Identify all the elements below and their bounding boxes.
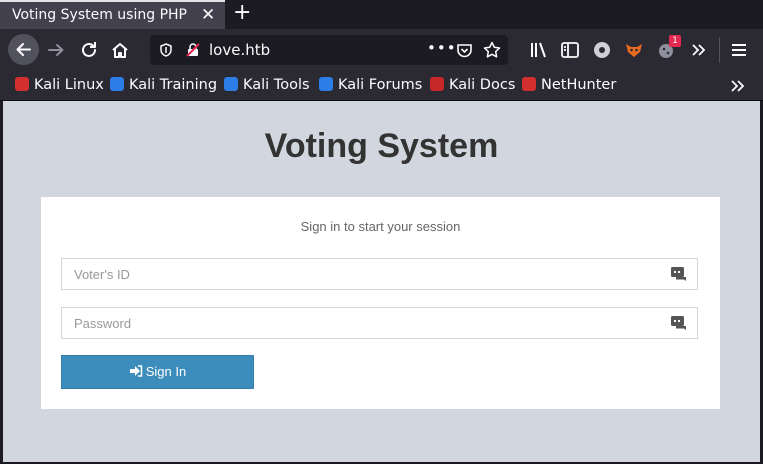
- bookmark-kali-linux[interactable]: Kali Linux: [15, 77, 104, 93]
- bookmark-label: Kali Docs: [449, 77, 516, 93]
- extension-badge: 1: [669, 35, 681, 47]
- kali-tools-icon: [224, 77, 238, 91]
- url-text: love.htb: [209, 41, 271, 59]
- hamburger-menu-icon[interactable]: [729, 40, 749, 60]
- bookmarks-overflow-icon[interactable]: [729, 77, 747, 95]
- tracking-protection-icon[interactable]: [158, 42, 174, 58]
- tab-strip: Voting System using PHP ✕ +: [0, 0, 763, 29]
- new-tab-button[interactable]: +: [233, 1, 251, 25]
- library-icon[interactable]: [529, 40, 549, 60]
- bookmark-kali-docs[interactable]: Kali Docs: [430, 77, 515, 93]
- back-arrow-icon: [16, 43, 31, 56]
- insecure-lock-icon[interactable]: [185, 42, 201, 58]
- bookmark-kali-training[interactable]: Kali Training: [110, 77, 217, 93]
- close-tab-icon[interactable]: ✕: [201, 5, 215, 25]
- back-button[interactable]: [8, 34, 39, 65]
- voter-id-field: [61, 258, 698, 290]
- lock-icon: [671, 316, 686, 330]
- sign-in-icon: [129, 365, 142, 377]
- sidebar-icon[interactable]: [560, 40, 580, 60]
- bookmark-star-icon[interactable]: [483, 41, 501, 59]
- extension-disc-icon[interactable]: [592, 40, 612, 60]
- page-content: Voting System Sign in to start your sess…: [3, 101, 760, 462]
- password-input[interactable]: [62, 308, 664, 338]
- login-box-message: Sign in to start your session: [300, 219, 461, 234]
- password-field: [61, 307, 698, 339]
- forward-button[interactable]: [45, 39, 67, 61]
- bookmark-label: Kali Forums: [338, 77, 423, 93]
- bookmark-nethunter[interactable]: NetHunter: [522, 77, 616, 93]
- login-box: Sign in to start your session Sign In: [41, 197, 720, 409]
- bookmark-kali-forums[interactable]: Kali Forums: [319, 77, 422, 93]
- kali-forums-icon: [319, 77, 333, 91]
- address-bar[interactable]: love.htb •••: [150, 35, 508, 65]
- kali-training-icon: [110, 77, 124, 91]
- kali-dragon-icon: [15, 77, 29, 91]
- sign-in-label: Sign In: [145, 364, 187, 379]
- reload-button[interactable]: [78, 39, 100, 61]
- page-actions-icon[interactable]: •••: [427, 39, 457, 57]
- home-button[interactable]: [109, 39, 131, 61]
- kali-docs-icon: [430, 77, 444, 91]
- voter-id-input[interactable]: [62, 259, 664, 289]
- bookmarks-toolbar: Kali Linux Kali Training Kali Tools Kali…: [0, 71, 763, 101]
- browser-tab[interactable]: Voting System using PHP ✕: [0, 0, 225, 29]
- bookmark-kali-tools[interactable]: Kali Tools: [224, 77, 310, 93]
- extension-fox-icon[interactable]: [624, 40, 644, 60]
- navigation-toolbar: love.htb ••• 1: [0, 29, 763, 71]
- nethunter-icon: [522, 77, 536, 91]
- id-card-icon: [671, 267, 686, 281]
- sign-in-button[interactable]: Sign In: [61, 355, 254, 389]
- overflow-chevron-icon[interactable]: [689, 40, 709, 60]
- bookmark-label: Kali Linux: [34, 77, 104, 93]
- pocket-icon[interactable]: [456, 42, 473, 58]
- bookmark-label: Kali Training: [129, 77, 218, 93]
- tab-title: Voting System using PHP: [12, 7, 187, 23]
- bookmark-label: NetHunter: [541, 77, 617, 93]
- bookmark-label: Kali Tools: [243, 77, 310, 93]
- toolbar-divider: [719, 37, 720, 63]
- page-title: Voting System: [264, 127, 499, 165]
